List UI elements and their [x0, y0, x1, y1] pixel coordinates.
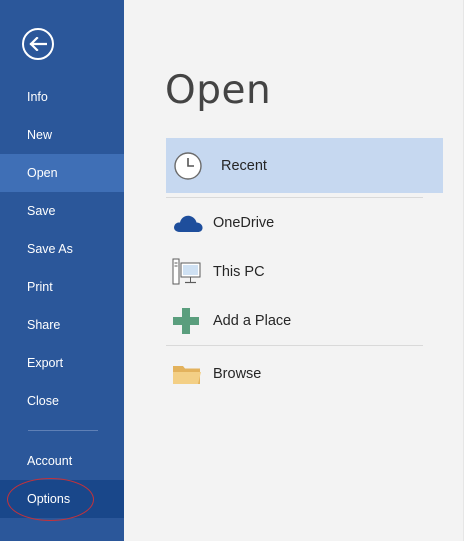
- place-onedrive[interactable]: OneDrive: [166, 198, 443, 247]
- place-recent[interactable]: Recent: [166, 138, 443, 193]
- nav-item-options[interactable]: Options: [0, 480, 124, 518]
- nav-item-export[interactable]: Export: [0, 344, 124, 382]
- backstage-sidebar: Info New Open Save Save As Print Share E…: [0, 0, 124, 541]
- cloud-icon: [166, 212, 206, 234]
- back-arrow-icon: [29, 37, 47, 51]
- place-label: This PC: [213, 263, 265, 280]
- place-browse[interactable]: Browse: [166, 346, 443, 402]
- nav-item-close[interactable]: Close: [0, 382, 124, 420]
- place-this-pc[interactable]: This PC: [166, 247, 443, 296]
- open-pane: Open Recent OneDrive This PC Add a Place…: [124, 0, 464, 541]
- folder-icon: [166, 363, 206, 385]
- nav-item-print[interactable]: Print: [0, 268, 124, 306]
- nav-item-account[interactable]: Account: [0, 442, 124, 480]
- back-button[interactable]: [22, 28, 54, 60]
- sidebar-divider: [28, 430, 98, 431]
- nav-item-save[interactable]: Save: [0, 192, 124, 230]
- plus-icon: [166, 307, 206, 335]
- computer-icon: [166, 257, 206, 287]
- nav-item-new[interactable]: New: [0, 116, 124, 154]
- place-label: Browse: [213, 366, 262, 382]
- nav-item-share[interactable]: Share: [0, 306, 124, 344]
- place-label: OneDrive: [213, 214, 275, 231]
- clock-icon: [166, 151, 206, 181]
- nav-item-open[interactable]: Open: [0, 154, 124, 192]
- place-add-a-place[interactable]: Add a Place: [166, 296, 443, 345]
- nav-item-info[interactable]: Info: [0, 78, 124, 116]
- page-title: Open: [165, 68, 272, 113]
- place-label: Recent: [221, 157, 267, 174]
- places-list: Recent OneDrive This PC Add a Place Brow…: [166, 138, 443, 402]
- place-label: Add a Place: [213, 312, 292, 329]
- nav-item-save-as[interactable]: Save As: [0, 230, 124, 268]
